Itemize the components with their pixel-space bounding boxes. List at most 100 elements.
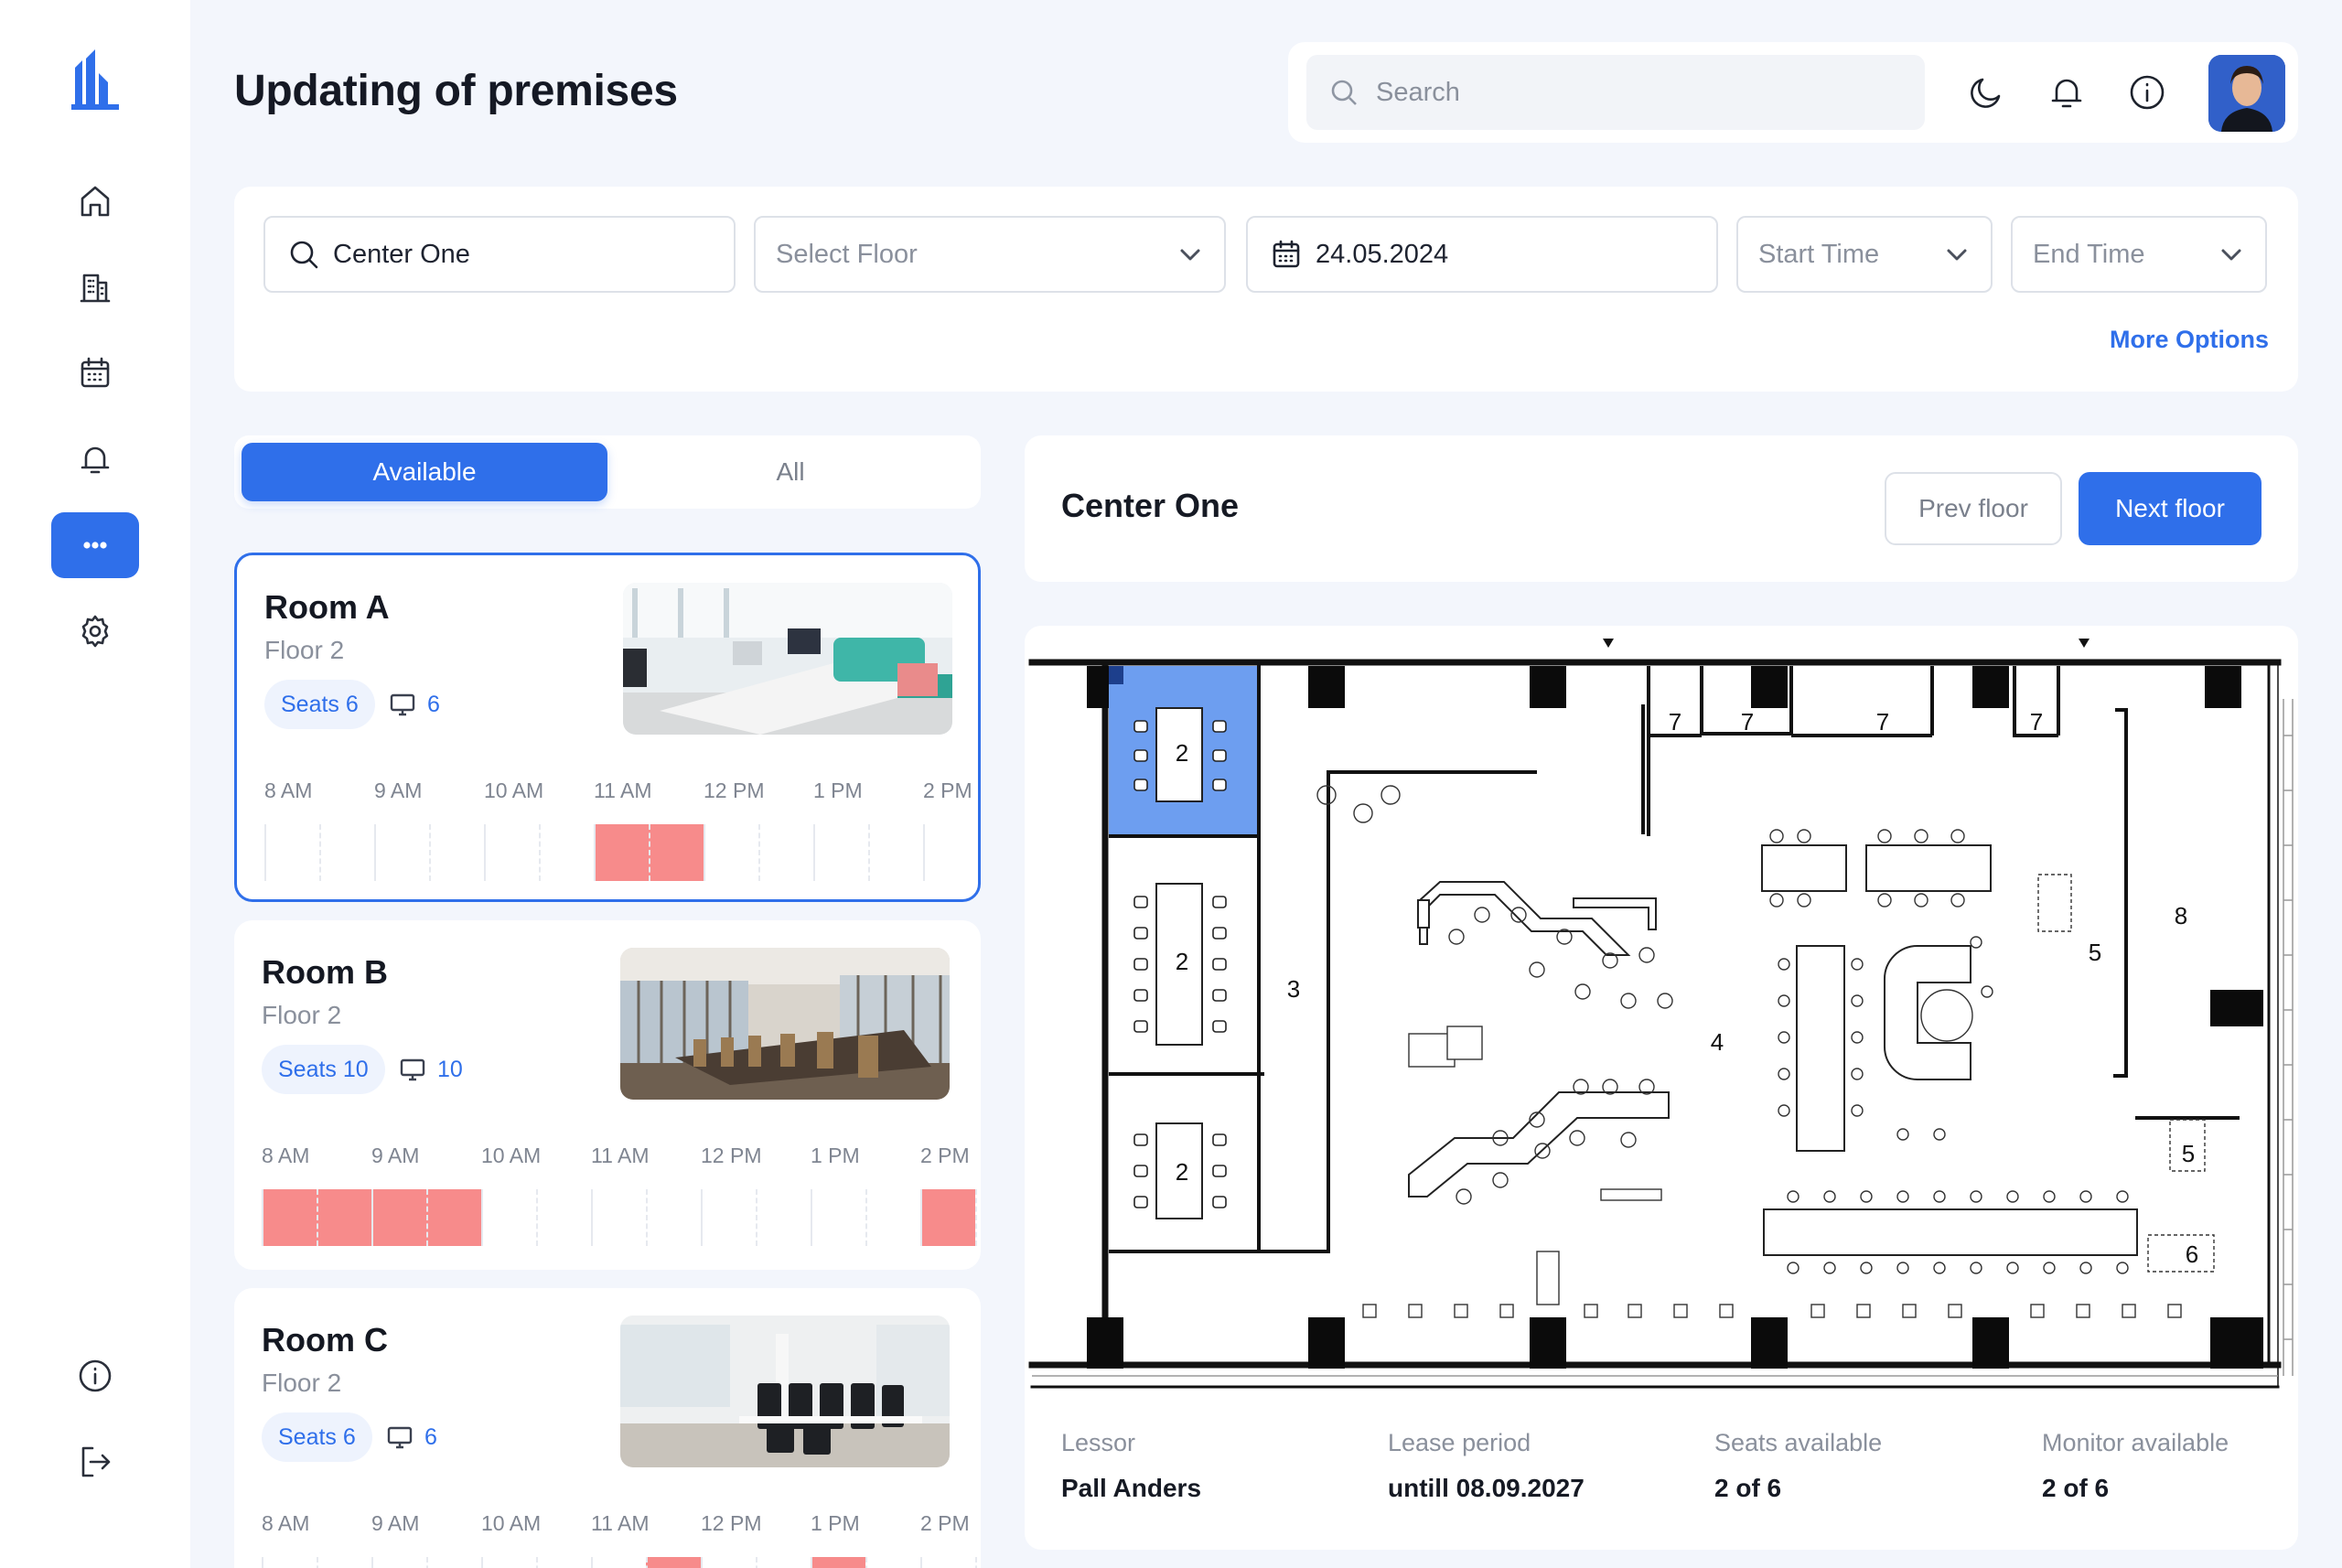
conference-room-photo bbox=[620, 948, 950, 1100]
tab-all[interactable]: All bbox=[607, 443, 973, 501]
timeline-slot[interactable] bbox=[481, 1557, 536, 1568]
building-icon bbox=[80, 274, 111, 303]
timeline-slot[interactable] bbox=[319, 824, 374, 881]
timeline-slot[interactable] bbox=[758, 824, 813, 881]
timeline-slot[interactable] bbox=[756, 1189, 811, 1246]
room-name: Room C bbox=[262, 1321, 388, 1359]
timeline-slot[interactable] bbox=[429, 824, 484, 881]
timeline-slot[interactable] bbox=[704, 824, 758, 881]
timeline-slot[interactable] bbox=[484, 824, 539, 881]
timeline-hour-label: 2 PM bbox=[920, 1144, 970, 1167]
nav-notifications[interactable] bbox=[51, 426, 139, 492]
timeline-slot[interactable] bbox=[701, 1557, 756, 1568]
timeline-hour-label: 11 AM bbox=[594, 779, 652, 802]
timeline-slot[interactable] bbox=[975, 1557, 981, 1568]
app-logo[interactable] bbox=[71, 48, 119, 110]
timeline-slot[interactable] bbox=[865, 1189, 920, 1246]
room-label: 6 bbox=[2186, 1240, 2198, 1268]
room-card[interactable]: Room A Floor 2 Seats 6 6 8 AM 9 AM 10 AM 11… bbox=[234, 553, 981, 902]
timeline-slot[interactable] bbox=[701, 1189, 756, 1246]
nav-info[interactable] bbox=[51, 1343, 139, 1409]
info-icon bbox=[2130, 75, 2165, 110]
nav-buildings[interactable] bbox=[51, 254, 139, 320]
nav-logout[interactable] bbox=[51, 1429, 139, 1495]
timeline-hour-label: 1 PM bbox=[811, 1144, 860, 1167]
filter-card: Center One Select Floor 24.05.2024 Start… bbox=[234, 187, 2298, 392]
timeline-slot[interactable] bbox=[978, 824, 981, 881]
timeline-slot[interactable] bbox=[426, 1557, 481, 1568]
timeline-slot[interactable] bbox=[975, 1189, 981, 1246]
room-card[interactable]: Room C Floor 2 Seats 6 6 8 AM 9 AM 10 AM 11… bbox=[234, 1288, 981, 1568]
room-card[interactable]: Room B Floor 2 Seats 10 10 8 AM 9 AM 10 AM… bbox=[234, 920, 981, 1270]
timeline-slot[interactable] bbox=[262, 1557, 317, 1568]
start-time-select[interactable]: Start Time bbox=[1736, 216, 1993, 293]
timeline-slot-busy[interactable] bbox=[920, 1189, 975, 1246]
theme-toggle[interactable] bbox=[1963, 70, 2009, 115]
home-icon bbox=[81, 186, 110, 217]
info-button[interactable] bbox=[2124, 70, 2170, 115]
room-label: 7 bbox=[1876, 708, 1889, 736]
lease-info: Lease period untill 08.09.2027 bbox=[1388, 1429, 1585, 1503]
nav-home[interactable] bbox=[51, 168, 139, 234]
timeline-slot[interactable] bbox=[264, 824, 319, 881]
timeline-slot[interactable] bbox=[756, 1557, 811, 1568]
seats-available-value: 2 of 6 bbox=[1714, 1474, 1782, 1502]
tab-available[interactable]: Available bbox=[242, 443, 607, 501]
timeline-hour-label: 9 AM bbox=[371, 1511, 420, 1535]
nav-calendar[interactable] bbox=[51, 340, 139, 406]
nav-more[interactable] bbox=[51, 512, 139, 578]
timeline-slot-busy[interactable] bbox=[646, 1557, 701, 1568]
user-avatar[interactable] bbox=[2208, 55, 2285, 132]
timeline-slot[interactable] bbox=[868, 824, 923, 881]
next-floor-button[interactable]: Next floor bbox=[2079, 472, 2261, 545]
sidebar bbox=[0, 0, 190, 1568]
timeline-slot[interactable] bbox=[923, 824, 978, 881]
timeline-slot[interactable] bbox=[811, 1189, 865, 1246]
timeline-slot-busy[interactable] bbox=[649, 824, 704, 881]
date-field[interactable]: 24.05.2024 bbox=[1246, 216, 1718, 293]
location-field[interactable]: Center One bbox=[263, 216, 736, 293]
moon-icon bbox=[1971, 78, 2001, 108]
notifications-button[interactable] bbox=[2044, 70, 2090, 115]
timeline-slot[interactable] bbox=[536, 1189, 591, 1246]
timeline-slot[interactable] bbox=[539, 824, 594, 881]
monitor-available-value: 2 of 6 bbox=[2042, 1474, 2110, 1502]
timeline-slot[interactable] bbox=[591, 1189, 646, 1246]
timeline-slot[interactable] bbox=[481, 1189, 536, 1246]
timeline-slot-busy[interactable] bbox=[594, 824, 649, 881]
timeline-slot[interactable] bbox=[813, 824, 868, 881]
floor-select-placeholder: Select Floor bbox=[776, 239, 918, 269]
timeline-hour-label: 10 AM bbox=[481, 1144, 542, 1167]
search-icon bbox=[1331, 80, 1357, 105]
nav-settings[interactable] bbox=[51, 598, 139, 664]
room-name: Room A bbox=[264, 588, 390, 626]
timeline-slot[interactable] bbox=[920, 1557, 975, 1568]
monitor-count: 6 bbox=[389, 691, 440, 718]
global-search-input[interactable] bbox=[1376, 77, 1888, 108]
timeline-slot[interactable] bbox=[591, 1557, 646, 1568]
end-time-select[interactable]: End Time bbox=[2011, 216, 2267, 293]
office-photo bbox=[623, 583, 952, 735]
timeline-slot[interactable] bbox=[536, 1557, 591, 1568]
timeline-slot-busy[interactable] bbox=[811, 1557, 865, 1568]
timeline-hour-label: 1 PM bbox=[813, 779, 863, 802]
topbar bbox=[1288, 42, 2298, 143]
timeline-slot[interactable] bbox=[317, 1557, 371, 1568]
timeline-slot-busy[interactable] bbox=[262, 1189, 317, 1246]
seats-info: Seats available 2 of 6 bbox=[1714, 1429, 1882, 1503]
timeline-slot-busy[interactable] bbox=[317, 1189, 371, 1246]
room-label: 7 bbox=[1669, 708, 1681, 736]
timeline-slot[interactable] bbox=[865, 1557, 920, 1568]
more-options-link[interactable]: More Options bbox=[2110, 326, 2269, 354]
timeline-slot-busy[interactable] bbox=[426, 1189, 481, 1246]
timeline-slot-busy[interactable] bbox=[371, 1189, 426, 1246]
global-search[interactable] bbox=[1306, 55, 1925, 130]
timeline-slot[interactable] bbox=[374, 824, 429, 881]
floor-select[interactable]: Select Floor bbox=[754, 216, 1226, 293]
lessor-value: Pall Anders bbox=[1061, 1474, 1202, 1502]
prev-floor-button[interactable]: Prev floor bbox=[1885, 472, 2062, 545]
timeline-slot[interactable] bbox=[646, 1189, 701, 1246]
timeline-slot[interactable] bbox=[371, 1557, 426, 1568]
room-timeline: 8 AM 9 AM 10 AM 11 AM 12 PM 1 PM 2 PM bbox=[264, 779, 981, 881]
timeline-hour-label: 1 PM bbox=[811, 1511, 860, 1535]
